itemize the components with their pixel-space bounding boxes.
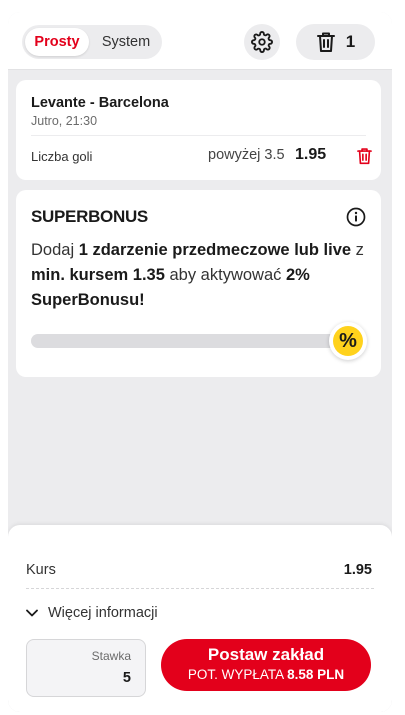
chevron-down-icon: [26, 609, 38, 617]
tab-prosty[interactable]: Prosty: [25, 28, 89, 56]
bonus-text-bold: min. kursem 1.35: [31, 266, 165, 284]
superbonus-title: SUPERBONUS: [31, 207, 148, 226]
tab-system[interactable]: System: [94, 28, 158, 56]
place-bet-button[interactable]: Postaw zakład POT. WYPŁATA 8.58 PLN: [161, 639, 371, 691]
settings-button[interactable]: [244, 24, 280, 60]
superbonus-card: SUPERBONUS Dodaj 1 zdarzenie przedmeczow…: [16, 190, 381, 377]
stake-input[interactable]: Stawka 5: [26, 639, 146, 697]
market-name: Liczba goli: [31, 149, 93, 164]
match-time: Jutro, 21:30: [31, 114, 98, 128]
percent-badge: %: [329, 322, 367, 360]
divider: [31, 135, 366, 136]
bonus-text-bold: SuperBonusu!: [31, 291, 145, 309]
info-icon: [346, 207, 366, 227]
potential-payout: POT. WYPŁATA 8.58 PLN: [161, 667, 371, 682]
away-team: Barcelona: [98, 95, 169, 111]
trash-icon: [316, 32, 335, 52]
home-team: Levante: [31, 95, 86, 111]
bonus-text-part: Dodaj: [31, 241, 79, 259]
bet-odds: 1.95: [295, 146, 327, 163]
bonus-text-part: aby aktywować: [164, 266, 286, 284]
bonus-text-bold: 1 zdarzenie przedmeczowe lub live: [78, 241, 352, 259]
match-separator: -: [89, 95, 95, 111]
bonus-text-part: z: [351, 241, 364, 259]
bet-card: Levante - Barcelona Jutro, 21:30 Liczba …: [16, 80, 381, 180]
betslip-header: Prosty System 1: [8, 12, 392, 70]
betslip-footer: Kurs 1.95 Więcej informacji Stawka 5 Pos…: [8, 525, 392, 712]
superbonus-description: Dodaj 1 zdarzenie przedmeczowe lub live …: [31, 238, 371, 313]
payout-label: POT. WYPŁATA: [187, 667, 284, 682]
match-title: Levante - Barcelona: [31, 95, 169, 111]
superbonus-progress-bar: [31, 334, 349, 348]
clear-betslip-button[interactable]: 1: [296, 24, 375, 60]
place-bet-label: Postaw zakład: [207, 645, 325, 664]
stake-label: Stawka: [91, 649, 131, 663]
betslip-panel: Prosty System 1 Levante - Barcelona Jutr…: [8, 12, 392, 712]
remove-bet-button[interactable]: [356, 147, 373, 170]
stake-value: 5: [122, 670, 131, 686]
bet-count: 1: [345, 32, 356, 51]
trash-icon: [357, 148, 372, 165]
percent-icon: %: [333, 326, 363, 356]
bonus-text-bold: 2%: [285, 266, 310, 284]
more-info-label: Więcej informacji: [48, 605, 158, 621]
bet-type-toggle: Prosty System: [22, 25, 162, 59]
divider: [26, 588, 374, 589]
more-info-toggle[interactable]: Więcej informacji: [26, 605, 158, 621]
payout-value: 8.58 PLN: [287, 667, 345, 682]
total-odds-value: 1.95: [343, 562, 372, 578]
gear-icon: [251, 31, 273, 53]
total-odds-label: Kurs: [26, 562, 56, 578]
superbonus-info-button[interactable]: [346, 207, 366, 232]
selection-name: powyżej 3.5: [208, 147, 285, 163]
